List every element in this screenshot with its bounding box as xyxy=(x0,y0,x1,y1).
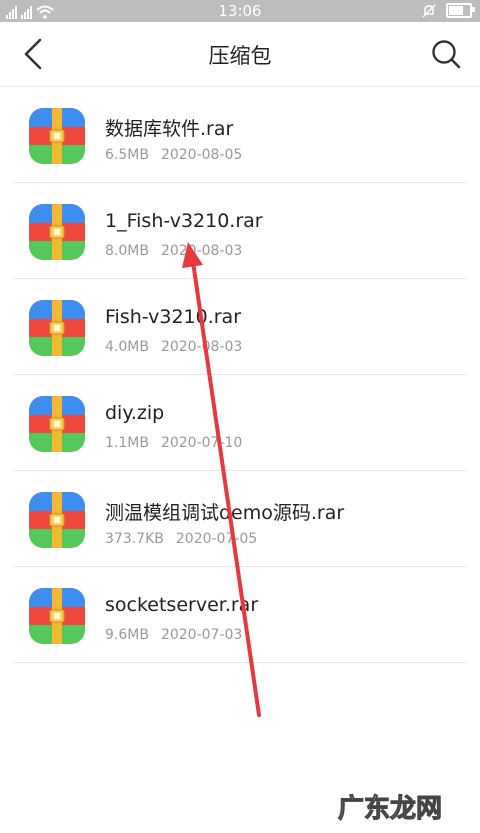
file-meta: 1.1MB 2020-07-10 xyxy=(105,435,242,451)
status-time: 13:06 xyxy=(218,2,262,20)
file-name: 1_Fish-v3210.rar xyxy=(105,210,263,232)
list-item[interactable]: Fish-v3210.rar 4.0MB 2020-08-03 xyxy=(0,279,480,375)
mute-icon xyxy=(422,3,436,18)
archive-icon xyxy=(29,204,85,260)
app-header: 压缩包 xyxy=(0,22,480,86)
file-meta: 373.7KB 2020-07-05 xyxy=(105,531,257,547)
file-size: 6.5MB xyxy=(105,147,149,163)
file-date: 2020-08-03 xyxy=(160,339,243,355)
list-item[interactable]: socketserver.rar 9.6MB 2020-07-03 xyxy=(0,567,480,663)
file-meta: 9.6MB 2020-07-03 xyxy=(105,627,242,643)
file-meta: 6.5MB 2020-08-05 xyxy=(105,147,242,163)
file-meta: 4.0MB 2020-08-03 xyxy=(105,339,242,355)
battery-icon xyxy=(446,3,475,18)
archive-icon xyxy=(29,108,85,164)
file-date: 2020-08-05 xyxy=(160,147,243,163)
archive-icon xyxy=(29,300,85,356)
status-right-icons xyxy=(422,3,475,18)
file-name: socketserver.rar xyxy=(105,594,259,616)
file-name: 数据库软件.rar xyxy=(105,118,234,140)
status-bar: 13:06 xyxy=(0,0,480,22)
file-meta: 8.0MB 2020-08-03 xyxy=(105,243,242,259)
file-date: 2020-07-05 xyxy=(175,531,258,547)
file-date: 2020-07-10 xyxy=(160,435,243,451)
list-item[interactable]: 1_Fish-v3210.rar 8.0MB 2020-08-03 xyxy=(0,183,480,279)
file-name: Fish-v3210.rar xyxy=(105,306,242,328)
archive-icon xyxy=(29,396,85,452)
list-item[interactable]: diy.zip 1.1MB 2020-07-10 xyxy=(0,375,480,471)
list-item[interactable]: 数据库软件.rar 6.5MB 2020-08-05 xyxy=(0,87,480,183)
file-size: 4.0MB xyxy=(105,339,149,355)
file-size: 8.0MB xyxy=(105,243,149,259)
file-size: 373.7KB xyxy=(105,531,164,547)
watermark-logo: 广东龙网 xyxy=(337,794,442,825)
file-name: diy.zip xyxy=(105,402,165,424)
row-divider xyxy=(14,662,466,663)
list-item[interactable]: 测温模组调试demo源码.rar 373.7KB 2020-07-05 xyxy=(0,471,480,567)
file-list: 数据库软件.rar 6.5MB 2020-08-05 1_Fish-v3210.r… xyxy=(0,87,480,663)
file-size: 9.6MB xyxy=(105,627,149,643)
file-size: 1.1MB xyxy=(105,435,149,451)
file-date: 2020-08-03 xyxy=(160,243,243,259)
file-date: 2020-07-03 xyxy=(160,627,243,643)
archive-icon xyxy=(29,492,85,548)
file-name: 测温模组调试demo源码.rar xyxy=(105,502,345,524)
archive-icon xyxy=(29,588,85,644)
search-icon[interactable] xyxy=(430,38,462,70)
page-title: 压缩包 xyxy=(208,44,272,68)
